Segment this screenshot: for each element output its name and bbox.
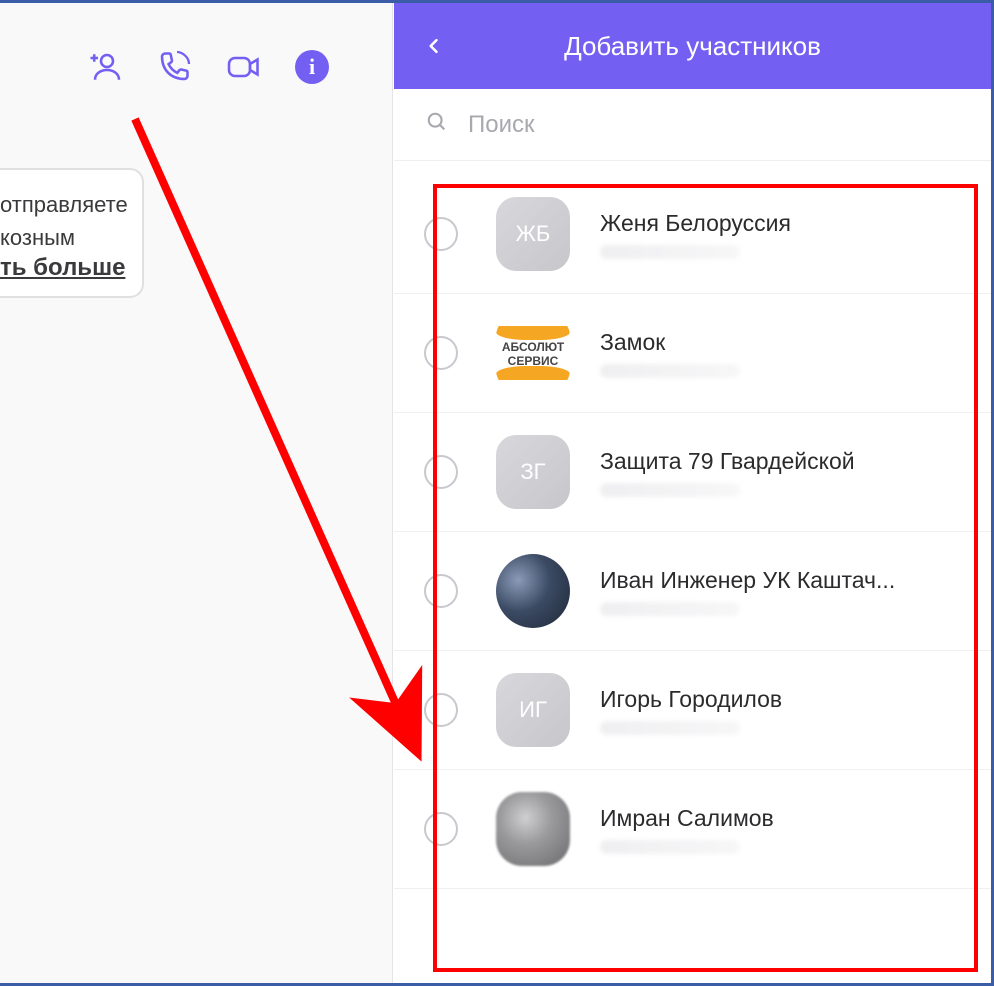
contact-info: Защита 79 Гвардейской bbox=[600, 448, 959, 497]
avatar: ЖБ bbox=[496, 197, 570, 271]
contact-info: Иван Инженер УК Каштач... bbox=[600, 567, 959, 616]
contact-info: Женя Белоруссия bbox=[600, 210, 959, 259]
contact-subtitle-blurred bbox=[600, 245, 740, 259]
add-contact-icon[interactable] bbox=[85, 48, 123, 86]
contact-checkbox[interactable] bbox=[424, 693, 458, 727]
chat-pane: i отправляете козным ть больше bbox=[0, 3, 393, 983]
avatar: АБСОЛЮТСЕРВИС bbox=[496, 316, 570, 390]
contact-name: Замок bbox=[600, 329, 959, 356]
avatar bbox=[496, 792, 570, 866]
contact-item[interactable]: АБСОЛЮТСЕРВИС Замок bbox=[394, 294, 991, 413]
contact-name: Игорь Городилов bbox=[600, 686, 959, 713]
contact-info: Замок bbox=[600, 329, 959, 378]
search-input[interactable] bbox=[468, 111, 959, 139]
contact-item[interactable]: ЖБ Женя Белоруссия bbox=[394, 175, 991, 294]
contact-item[interactable]: ЗГ Защита 79 Гвардейской bbox=[394, 413, 991, 532]
contact-name: Женя Белоруссия bbox=[600, 210, 959, 237]
avatar: ИГ bbox=[496, 673, 570, 747]
notice-more-link[interactable]: ть больше bbox=[0, 254, 125, 281]
contact-item[interactable]: Иван Инженер УК Каштач... bbox=[394, 532, 991, 651]
contact-checkbox[interactable] bbox=[424, 217, 458, 251]
contact-name: Иван Инженер УК Каштач... bbox=[600, 567, 959, 594]
search-bar bbox=[394, 89, 991, 161]
avatar bbox=[496, 554, 570, 628]
video-icon[interactable] bbox=[225, 48, 263, 86]
avatar: ЗГ bbox=[496, 435, 570, 509]
notice-line-2: козным bbox=[0, 221, 128, 254]
contact-subtitle-blurred bbox=[600, 721, 740, 735]
panel-header: Добавить участников bbox=[394, 3, 991, 89]
chat-toolbar: i bbox=[0, 3, 392, 86]
contact-subtitle-blurred bbox=[600, 602, 740, 616]
contact-info: Имран Салимов bbox=[600, 805, 959, 854]
contact-item[interactable]: Имран Салимов bbox=[394, 770, 991, 889]
contact-name: Имран Салимов bbox=[600, 805, 959, 832]
contact-info: Игорь Городилов bbox=[600, 686, 959, 735]
contact-subtitle-blurred bbox=[600, 483, 740, 497]
contact-checkbox[interactable] bbox=[424, 574, 458, 608]
contact-subtitle-blurred bbox=[600, 840, 740, 854]
encryption-notice: отправляете козным ть больше bbox=[0, 168, 144, 298]
search-icon bbox=[426, 111, 448, 138]
phone-icon[interactable] bbox=[155, 48, 193, 86]
contact-checkbox[interactable] bbox=[424, 455, 458, 489]
contact-list: ЖБ Женя Белоруссия АБСОЛЮТСЕРВИС Замок ЗГ Защ… bbox=[394, 175, 991, 889]
add-participants-panel: Добавить участников ЖБ Женя Белоруссия АБС… bbox=[394, 3, 991, 983]
back-button[interactable] bbox=[414, 26, 454, 66]
contact-name: Защита 79 Гвардейской bbox=[600, 448, 959, 475]
contact-subtitle-blurred bbox=[600, 364, 740, 378]
contact-checkbox[interactable] bbox=[424, 812, 458, 846]
info-icon[interactable]: i bbox=[295, 50, 329, 84]
contact-checkbox[interactable] bbox=[424, 336, 458, 370]
contact-item[interactable]: ИГ Игорь Городилов bbox=[394, 651, 991, 770]
notice-line-1: отправляете bbox=[0, 188, 128, 221]
panel-title: Добавить участников bbox=[454, 31, 971, 62]
